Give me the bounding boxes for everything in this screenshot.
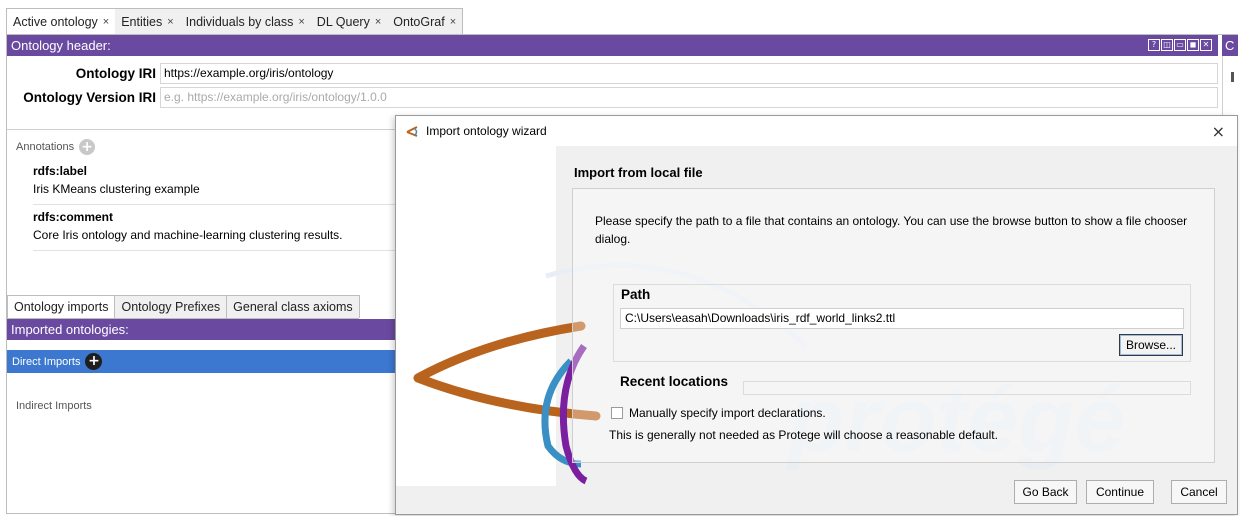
- add-annotation-icon[interactable]: +: [79, 139, 96, 155]
- imported-ontologies-title: Imported ontologies:: [11, 322, 129, 337]
- version-iri-field[interactable]: e.g. https://example.org/iris/ontology/1…: [160, 87, 1218, 108]
- workspace-tabs: Active ontology × Entities × Individuals…: [6, 8, 464, 34]
- manual-import-note: This is generally not needed as Protege …: [609, 428, 998, 442]
- path-label: Path: [621, 287, 651, 302]
- annotation-property: rdfs:label: [33, 164, 88, 178]
- tab-close-icon[interactable]: ×: [103, 16, 109, 28]
- tab-dl-query[interactable]: DL Query ×: [311, 9, 387, 34]
- go-back-button[interactable]: Go Back: [1014, 480, 1077, 504]
- dialog-title: Import ontology wizard: [426, 124, 547, 138]
- dialog-heading: Import from local file: [574, 165, 703, 180]
- dialog-side-panel: [396, 146, 556, 486]
- indirect-imports-label: Indirect Imports: [16, 400, 92, 412]
- minimize-view-icon[interactable]: ▭: [1174, 39, 1186, 51]
- tab-close-icon[interactable]: ×: [450, 16, 456, 28]
- recent-locations-list[interactable]: [743, 381, 1191, 395]
- workspace-tab-bar: Active ontology × Entities × Individuals…: [0, 0, 1240, 34]
- protege-app-icon: [406, 126, 418, 137]
- tab-label: Active ontology: [13, 14, 98, 29]
- maximize-view-icon[interactable]: ◼: [1187, 39, 1199, 51]
- scroll-marker: [1231, 72, 1234, 82]
- tab-ontology-imports[interactable]: Ontology imports: [7, 295, 116, 318]
- ontology-header-bar: Ontology header: ? ◫ ▭ ◼ ✕: [7, 35, 1218, 56]
- direct-imports-label: Direct Imports: [12, 355, 81, 368]
- import-ontology-dialog: Import ontology wizard × protégé Import …: [395, 115, 1238, 515]
- annotations-header: Annotations +: [16, 139, 96, 155]
- tab-ontology-prefixes[interactable]: Ontology Prefixes: [114, 295, 228, 318]
- help-icon[interactable]: ?: [1148, 39, 1160, 51]
- tab-label: Individuals by class: [185, 14, 294, 29]
- side-panel-bar: C: [1222, 35, 1238, 56]
- annotation-item[interactable]: rdfs:comment Core Iris ontology and mach…: [33, 210, 395, 251]
- tab-individuals-by-class[interactable]: Individuals by class ×: [180, 9, 311, 34]
- import-content-box: Please specify the path to a file that c…: [572, 188, 1215, 463]
- view-buttons: ? ◫ ▭ ◼ ✕: [1148, 39, 1212, 51]
- recent-locations-label: Recent locations: [620, 374, 729, 389]
- annotation-item[interactable]: rdfs:label Iris KMeans clustering exampl…: [33, 164, 395, 205]
- tab-close-icon[interactable]: ×: [298, 16, 304, 28]
- direct-imports-row[interactable]: Direct Imports +: [7, 350, 395, 373]
- imported-ontologies-bar: Imported ontologies:: [7, 319, 395, 340]
- split-view-icon[interactable]: ◫: [1161, 39, 1173, 51]
- annotation-value: Iris KMeans clustering example: [33, 182, 200, 196]
- ontology-iri-row: Ontology IRI https://example.org/iris/on…: [7, 63, 1218, 84]
- dialog-title-bar: Import ontology wizard ×: [396, 116, 1237, 146]
- ontology-header-title: Ontology header:: [11, 38, 111, 53]
- version-iri-label: Ontology Version IRI: [23, 90, 156, 105]
- add-import-icon[interactable]: +: [85, 353, 103, 370]
- ontology-iri-label: Ontology IRI: [75, 66, 156, 81]
- annotations-label: Annotations: [16, 141, 75, 153]
- manual-import-row[interactable]: Manually specify import declarations.: [611, 406, 826, 420]
- tab-close-icon[interactable]: ×: [375, 16, 381, 28]
- tab-general-class-axioms[interactable]: General class axioms: [226, 295, 360, 318]
- ontology-iri-field[interactable]: https://example.org/iris/ontology: [160, 63, 1218, 84]
- manual-import-checkbox[interactable]: [611, 407, 623, 419]
- tab-close-icon[interactable]: ×: [167, 16, 173, 28]
- tab-label: DL Query: [316, 14, 370, 29]
- manual-import-label: Manually specify import declarations.: [629, 406, 826, 420]
- path-input[interactable]: C:\Users\easah\Downloads\iris_rdf_world_…: [620, 308, 1184, 329]
- tab-active-ontology[interactable]: Active ontology ×: [7, 9, 116, 34]
- browse-button[interactable]: Browse...: [1119, 334, 1183, 356]
- cancel-button[interactable]: Cancel: [1171, 480, 1227, 504]
- annotation-property: rdfs:comment: [33, 210, 114, 224]
- annotations-panel: Annotations + rdfs:label Iris KMeans clu…: [7, 129, 395, 289]
- close-view-icon[interactable]: ✕: [1200, 39, 1212, 51]
- version-iri-row: Ontology Version IRI e.g. https://exampl…: [7, 87, 1218, 108]
- tab-ontograf[interactable]: OntoGraf ×: [387, 9, 462, 34]
- close-icon[interactable]: ×: [1212, 122, 1225, 141]
- instructions-text: Please specify the path to a file that c…: [595, 214, 1188, 246]
- path-group: Path C:\Users\easah\Downloads\iris_rdf_w…: [613, 284, 1191, 362]
- tab-entities[interactable]: Entities ×: [115, 9, 179, 34]
- tab-label: Entities: [121, 14, 163, 29]
- continue-button[interactable]: Continue: [1086, 480, 1154, 504]
- imports-tab-bar: Ontology imports Ontology Prefixes Gener…: [7, 295, 360, 319]
- annotation-value: Core Iris ontology and machine-learning …: [33, 228, 343, 242]
- tab-label: OntoGraf: [393, 14, 445, 29]
